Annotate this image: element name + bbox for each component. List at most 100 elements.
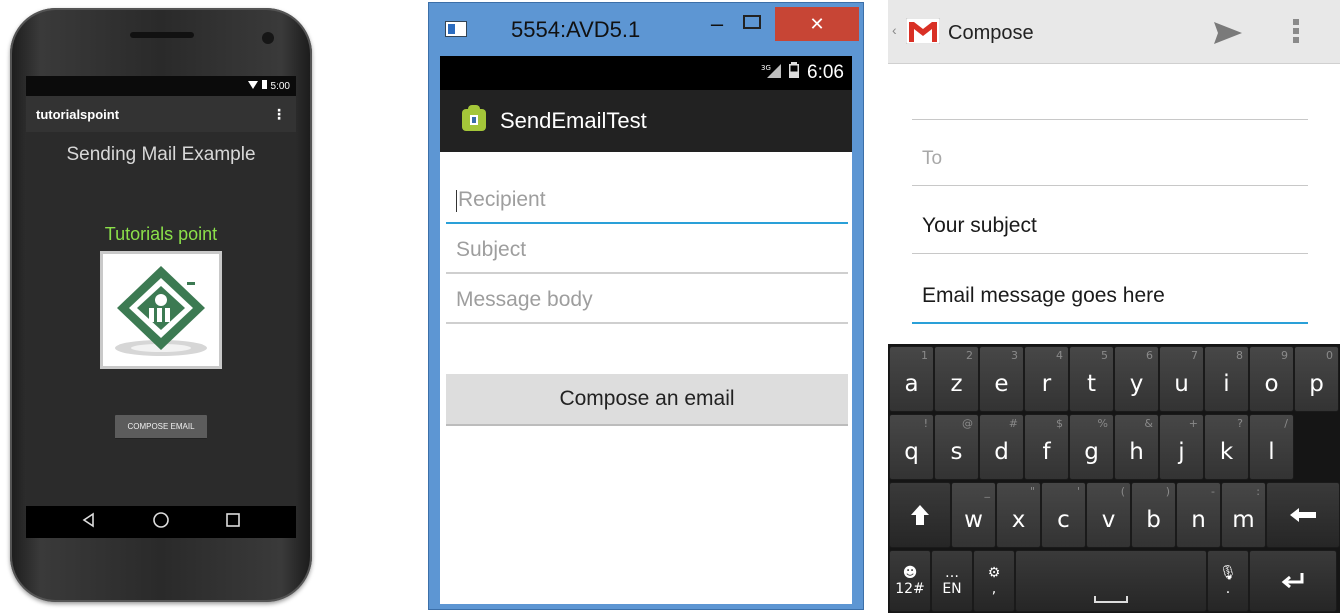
- emulator-screen: 3G 6:06 SendEmailTest Recipient Subject …: [440, 56, 852, 604]
- key-g[interactable]: % g: [1069, 414, 1114, 480]
- recipient-placeholder: Recipient: [458, 188, 546, 211]
- phone-speaker: [130, 32, 194, 38]
- gmail-logo-icon[interactable]: [905, 17, 941, 49]
- recents-icon[interactable]: [225, 512, 241, 533]
- comma-key-label: ,: [991, 581, 997, 597]
- key-h[interactable]: & h: [1114, 414, 1159, 480]
- key-t[interactable]: 5t: [1069, 346, 1114, 412]
- key-secondary-label: -: [1211, 485, 1215, 498]
- message-body-input[interactable]: Message body: [446, 274, 848, 324]
- comma-key[interactable]: ⚙ ,: [973, 550, 1015, 612]
- key-j[interactable]: + j: [1159, 414, 1204, 480]
- enter-key[interactable]: [1249, 550, 1337, 612]
- key-y[interactable]: 6y: [1114, 346, 1159, 412]
- brand-subheading: Tutorials point: [104, 224, 218, 244]
- key-secondary-label: +: [1188, 417, 1198, 430]
- key-o[interactable]: 9o: [1249, 346, 1294, 412]
- language-key-label: EN: [942, 581, 962, 597]
- key-k[interactable]: ? k: [1204, 414, 1249, 480]
- key-b[interactable]: ) b: [1131, 482, 1176, 548]
- key-label: s: [950, 439, 963, 465]
- key-label: x: [1011, 507, 1026, 533]
- key-label: a: [904, 371, 919, 397]
- key-v[interactable]: (v: [1086, 482, 1131, 548]
- key-secondary-label: /: [1284, 417, 1288, 430]
- key-secondary-label: 2: [966, 349, 973, 362]
- key-label: d: [994, 439, 1009, 465]
- back-chevron-icon[interactable]: ‹: [892, 22, 897, 38]
- key-label: w: [964, 507, 983, 533]
- ellipsis-icon: …: [945, 565, 959, 581]
- key-label: v: [1101, 507, 1116, 533]
- key-n[interactable]: -n: [1176, 482, 1221, 548]
- compose-an-email-button[interactable]: Compose an email: [446, 374, 848, 426]
- home-icon[interactable]: [152, 511, 170, 534]
- overflow-menu-icon[interactable]: ⋮: [272, 106, 286, 123]
- overflow-menu-icon[interactable]: [1292, 16, 1300, 51]
- key-label: c: [1057, 507, 1070, 533]
- key-l[interactable]: / l: [1249, 414, 1294, 480]
- key-r[interactable]: 4r: [1024, 346, 1069, 412]
- key-secondary-label: ?: [1237, 417, 1243, 430]
- key-x[interactable]: " x: [996, 482, 1041, 548]
- key-label: n: [1191, 507, 1206, 533]
- recipient-input[interactable]: Recipient: [446, 174, 848, 224]
- key-f[interactable]: $ f: [1024, 414, 1069, 480]
- settings-gear-icon: ⚙: [987, 565, 1001, 581]
- key-label: f: [1042, 439, 1051, 465]
- key-d[interactable]: # d: [979, 414, 1024, 480]
- key-m[interactable]: :m: [1221, 482, 1266, 548]
- key-label: z: [950, 371, 963, 397]
- key-label: l: [1268, 439, 1275, 465]
- subject-placeholder: Subject: [456, 238, 527, 261]
- svg-text:3G: 3G: [761, 64, 771, 72]
- shift-key[interactable]: [889, 482, 951, 548]
- send-icon[interactable]: [1214, 22, 1242, 49]
- key-a[interactable]: 1a: [889, 346, 934, 412]
- key-secondary-label: 7: [1191, 349, 1198, 362]
- key-q[interactable]: ! q: [889, 414, 934, 480]
- compose-email-button[interactable]: COMPOSE EMAIL: [115, 415, 207, 439]
- key-label: m: [1232, 507, 1255, 533]
- microphone-icon: 🎙: [1219, 565, 1237, 581]
- key-z[interactable]: 2z: [934, 346, 979, 412]
- key-i[interactable]: 8i: [1204, 346, 1249, 412]
- key-label: h: [1129, 439, 1144, 465]
- key-label: g: [1084, 439, 1099, 465]
- back-icon[interactable]: [81, 512, 97, 533]
- status-time: 6:06: [807, 62, 844, 83]
- key-c[interactable]: ' c: [1041, 482, 1086, 548]
- to-field[interactable]: To: [912, 144, 1308, 186]
- message-text: Email message goes here: [922, 284, 1165, 307]
- symbols-key[interactable]: ☻ 12#: [889, 550, 931, 612]
- action-bar: SendEmailTest: [440, 90, 852, 152]
- window-title: 5554:AVD5.1: [511, 17, 641, 42]
- backspace-key[interactable]: [1266, 482, 1340, 548]
- key-e[interactable]: 3e: [979, 346, 1024, 412]
- from-field[interactable]: [912, 96, 1308, 120]
- close-icon[interactable]: ✕: [775, 7, 859, 41]
- language-key[interactable]: … EN: [931, 550, 973, 612]
- key-secondary-label: :: [1256, 485, 1260, 498]
- key-secondary-label: ): [1165, 485, 1170, 498]
- period-key[interactable]: 🎙 .: [1207, 550, 1249, 612]
- key-w[interactable]: _ w: [951, 482, 996, 548]
- key-label: q: [904, 439, 919, 465]
- key-label: o: [1264, 371, 1279, 397]
- key-p[interactable]: 0p: [1294, 346, 1339, 412]
- key-secondary-label: 3: [1011, 349, 1018, 362]
- minimize-icon[interactable]: –: [699, 13, 735, 37]
- maximize-icon[interactable]: [743, 15, 761, 29]
- enter-icon: [1281, 573, 1304, 589]
- compose-title: Compose: [948, 22, 1034, 44]
- subject-input[interactable]: Subject: [446, 224, 848, 274]
- message-field[interactable]: Email message goes here: [912, 282, 1308, 324]
- key-s[interactable]: @ s: [934, 414, 979, 480]
- subject-field[interactable]: Your subject: [912, 212, 1308, 254]
- space-bar[interactable]: [1015, 550, 1207, 612]
- key-secondary-label: ": [1029, 485, 1035, 498]
- key-u[interactable]: 7u: [1159, 346, 1204, 412]
- window-titlebar[interactable]: 5554:AVD5.1 – ✕: [429, 3, 863, 55]
- keyboard-row-3: _ w " x ' c(v) b - n: m: [888, 482, 1340, 548]
- battery-icon: [789, 62, 800, 84]
